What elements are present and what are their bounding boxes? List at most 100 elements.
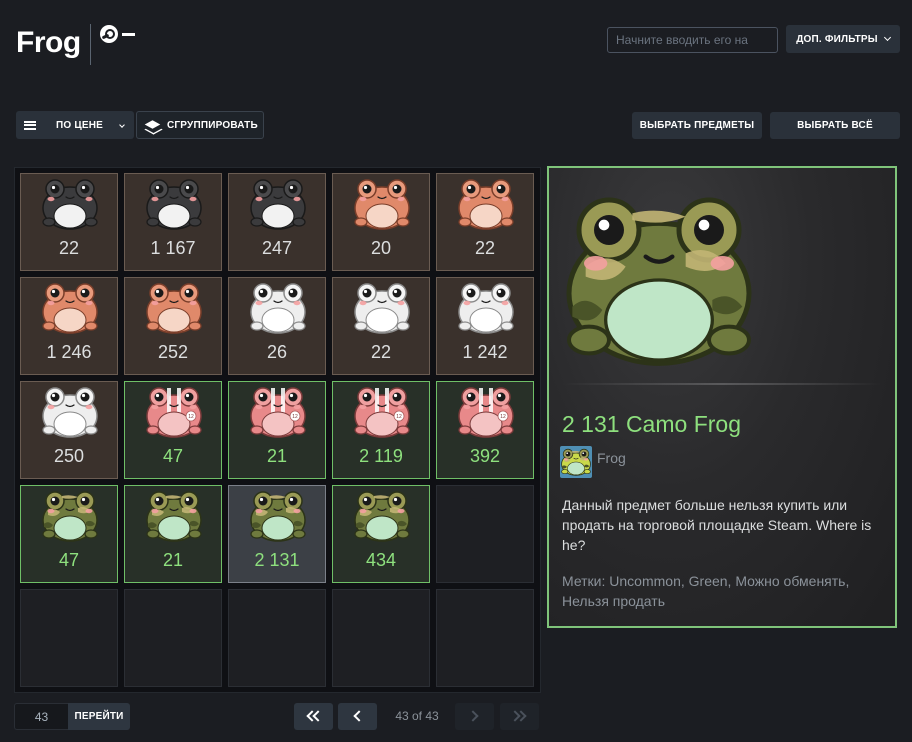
goto-page-button[interactable]: ПЕРЕЙТИ bbox=[68, 703, 130, 730]
item-tags: Метки: Uncommon, Green, Можно обменять, … bbox=[562, 573, 850, 609]
item-count: 22 bbox=[370, 342, 392, 362]
item-count: 250 bbox=[53, 446, 85, 466]
empty-slot bbox=[228, 589, 326, 687]
chevron-left-icon bbox=[353, 710, 365, 722]
pink-frog-icon: 12 bbox=[354, 387, 410, 438]
white-frog-icon bbox=[250, 283, 306, 334]
camo-frog-icon bbox=[250, 491, 306, 542]
orange-frog-icon bbox=[42, 283, 98, 334]
more-filters-label: ДОП. ФИЛЬТРЫ bbox=[796, 33, 878, 45]
game-icon bbox=[560, 446, 592, 478]
inventory-item-orange-frog[interactable]: 252 bbox=[124, 277, 222, 375]
camo-frog-large-icon bbox=[566, 197, 752, 366]
black-frog-icon bbox=[250, 179, 306, 230]
item-count: 47 bbox=[162, 446, 184, 466]
item-count: 26 bbox=[266, 342, 288, 362]
white-frog-icon bbox=[42, 387, 98, 438]
detail-divider bbox=[563, 383, 881, 385]
inventory-item-black-frog[interactable]: 1 167 bbox=[124, 173, 222, 271]
empty-slot bbox=[436, 485, 534, 583]
group-button[interactable]: СГРУППИРОВАТЬ bbox=[136, 111, 264, 139]
item-count: 20 bbox=[370, 238, 392, 258]
orange-frog-icon bbox=[458, 179, 514, 230]
inventory-item-camo-frog[interactable]: 47 bbox=[20, 485, 118, 583]
search-input[interactable] bbox=[607, 27, 778, 53]
game-name[interactable]: Frog bbox=[597, 450, 626, 466]
sort-label: ПО ЦЕНЕ bbox=[56, 119, 104, 131]
inventory-item-white-frog[interactable]: 1 242 bbox=[436, 277, 534, 375]
empty-slot bbox=[124, 589, 222, 687]
item-count: 22 bbox=[474, 238, 496, 258]
item-count: 22 bbox=[58, 238, 80, 258]
group-label: СГРУППИРОВАТЬ bbox=[167, 119, 258, 131]
item-count: 1 246 bbox=[46, 342, 92, 362]
inventory-item-white-frog[interactable]: 22 bbox=[332, 277, 430, 375]
minimize-dash-icon[interactable] bbox=[122, 33, 135, 36]
item-detail-panel: 2 131 Camo Frog Frog Данный предмет боль… bbox=[547, 166, 897, 628]
chevron-down-icon bbox=[883, 33, 891, 42]
inventory-item-black-frog[interactable]: 247 bbox=[228, 173, 326, 271]
white-frog-icon bbox=[458, 283, 514, 334]
last-page-button[interactable] bbox=[500, 703, 539, 730]
inventory-item-camo-frog[interactable]: 434 bbox=[332, 485, 430, 583]
item-count: 252 bbox=[157, 342, 189, 362]
item-count: 2 119 bbox=[359, 446, 403, 466]
layers-icon bbox=[145, 118, 161, 132]
chevron-down-icon bbox=[119, 122, 125, 128]
empty-slot bbox=[332, 589, 430, 687]
orange-frog-icon bbox=[354, 179, 410, 230]
sort-dropdown[interactable]: ПО ЦЕНЕ bbox=[16, 111, 134, 139]
svg-text:12: 12 bbox=[500, 414, 506, 420]
item-count: 2 131 bbox=[254, 550, 300, 570]
camo-frog-icon bbox=[354, 491, 410, 542]
inventory-item-pink-frog[interactable]: 12 21 bbox=[228, 381, 326, 479]
item-count: 1 167 bbox=[150, 238, 196, 258]
more-filters-button[interactable]: ДОП. ФИЛЬТРЫ bbox=[786, 25, 900, 53]
app-title: Frog bbox=[16, 26, 81, 59]
select-items-button[interactable]: ВЫБРАТЬ ПРЕДМЕТЫ bbox=[632, 112, 762, 139]
inventory-item-white-frog[interactable]: 26 bbox=[228, 277, 326, 375]
empty-slot bbox=[436, 589, 534, 687]
orange-frog-icon bbox=[146, 283, 202, 334]
camo-frog-icon bbox=[42, 491, 98, 542]
inventory-item-black-frog[interactable]: 22 bbox=[20, 173, 118, 271]
black-frog-icon bbox=[42, 179, 98, 230]
camo-frog-icon bbox=[146, 491, 202, 542]
page-number-input[interactable] bbox=[14, 703, 68, 730]
item-description: Данный предмет больше нельзя купить или … bbox=[562, 497, 872, 553]
select-all-button[interactable]: ВЫБРАТЬ ВСЁ bbox=[770, 112, 900, 139]
black-frog-icon bbox=[146, 179, 202, 230]
inventory-item-camo-frog[interactable]: 21 bbox=[124, 485, 222, 583]
svg-text:12: 12 bbox=[396, 414, 402, 420]
inventory-item-camo-frog[interactable]: 2 131 bbox=[228, 485, 326, 583]
inventory-item-orange-frog[interactable]: 20 bbox=[332, 173, 430, 271]
item-count: 434 bbox=[365, 550, 397, 570]
item-count: 247 bbox=[261, 238, 293, 258]
prev-page-button[interactable] bbox=[338, 703, 377, 730]
inventory-item-white-frog[interactable]: 250 bbox=[20, 381, 118, 479]
item-title: 2 131 Camo Frog bbox=[562, 411, 741, 437]
svg-text:12: 12 bbox=[292, 414, 298, 420]
title-separator bbox=[90, 24, 91, 65]
item-count: 21 bbox=[266, 446, 288, 466]
inventory-grid: 22 1 167 247 20 22 1 246 252 26 22 1 242 250 12 47 12… bbox=[14, 167, 541, 693]
item-count: 21 bbox=[162, 550, 184, 570]
inventory-item-pink-frog[interactable]: 12 2 119 bbox=[332, 381, 430, 479]
empty-slot bbox=[20, 589, 118, 687]
pink-frog-icon: 12 bbox=[146, 387, 202, 438]
inventory-item-pink-frog[interactable]: 12 392 bbox=[436, 381, 534, 479]
inventory-item-pink-frog[interactable]: 12 47 bbox=[124, 381, 222, 479]
pink-frog-icon: 12 bbox=[458, 387, 514, 438]
chevron-right-icon bbox=[467, 710, 479, 722]
page-info: 43 of 43 bbox=[395, 709, 439, 723]
pink-frog-icon: 12 bbox=[250, 387, 306, 438]
first-page-button[interactable] bbox=[294, 703, 333, 730]
hamburger-icon bbox=[24, 120, 36, 130]
white-frog-icon bbox=[354, 283, 410, 334]
item-count: 1 242 bbox=[462, 342, 508, 362]
svg-text:12: 12 bbox=[188, 414, 194, 420]
inventory-item-orange-frog[interactable]: 22 bbox=[436, 173, 534, 271]
next-page-button[interactable] bbox=[455, 703, 494, 730]
steam-logo-icon bbox=[100, 25, 118, 43]
inventory-item-orange-frog[interactable]: 1 246 bbox=[20, 277, 118, 375]
